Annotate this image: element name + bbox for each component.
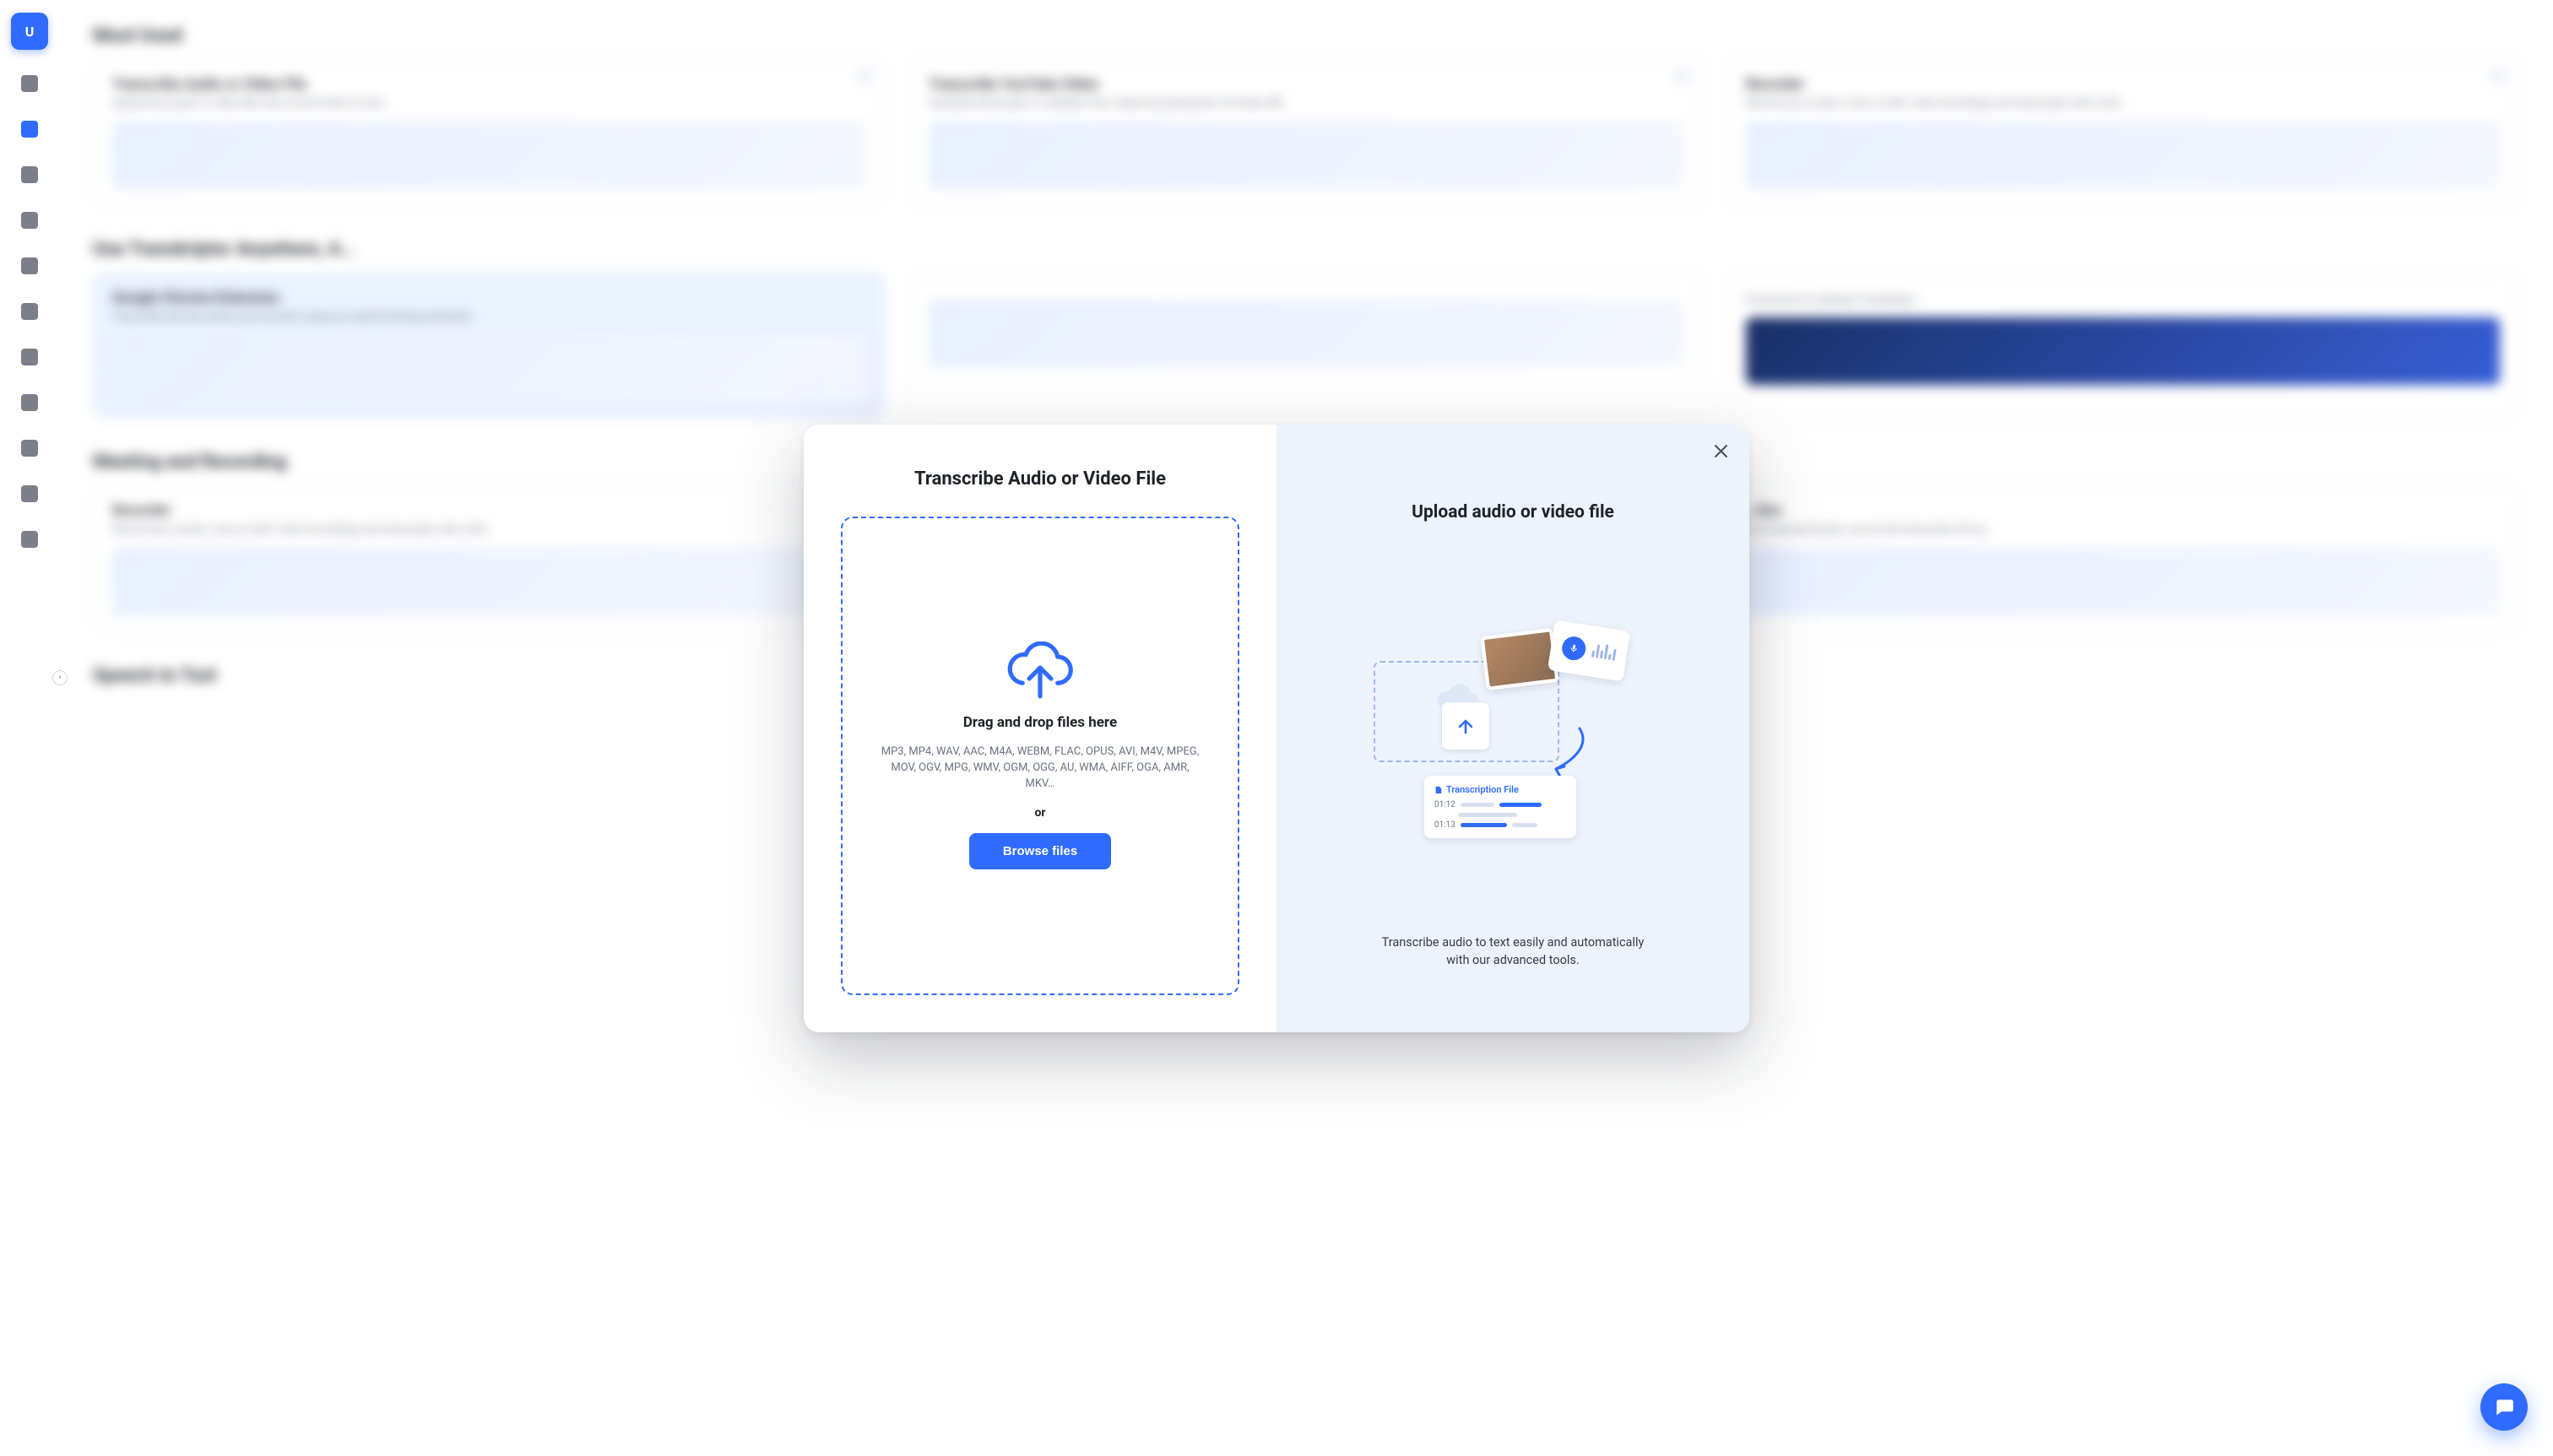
chat-icon [2493,1396,2515,1418]
close-icon[interactable] [1709,440,1732,463]
cloud-upload-icon [1005,641,1076,701]
dropzone-formats: MP3, MP4, WAV, AAC, M4A, WEBM, FLAC, OPU… [880,744,1201,793]
audio-thumbnail-icon [1548,620,1630,682]
timestamp-2: 01:13 [1434,820,1455,830]
timestamp-1: 01:12 [1434,800,1455,809]
file-dropzone[interactable]: Drag and drop files here MP3, MP4, WAV, … [841,517,1239,995]
upload-modal: Transcribe Audio or Video File Drag and … [804,425,1749,1032]
upload-arrow-icon [1441,701,1490,750]
transcription-file-card: Transcription File 01:12 01:13 [1424,776,1576,838]
modal-left-title: Transcribe Audio or Video File [914,468,1166,490]
modal-backdrop: Transcribe Audio or Video File Drag and … [0,0,2553,1456]
modal-right-panel: Upload audio or video file [1276,425,1749,1032]
modal-left-panel: Transcribe Audio or Video File Drag and … [804,425,1276,1032]
microphone-icon [1560,636,1587,663]
modal-right-caption: Transcribe audio to text easily and auto… [1374,934,1652,969]
dropzone-title: Drag and drop files here [963,714,1117,731]
photo-thumbnail-icon [1480,628,1558,690]
upload-illustration: Transcription File 01:12 01:13 [1314,546,1712,934]
modal-right-title: Upload audio or video file [1412,502,1614,522]
browse-files-button[interactable]: Browse files [969,833,1111,869]
transcription-file-title: Transcription File [1446,784,1519,795]
dropzone-or: or [1034,806,1045,820]
chat-support-button[interactable] [2480,1383,2528,1431]
